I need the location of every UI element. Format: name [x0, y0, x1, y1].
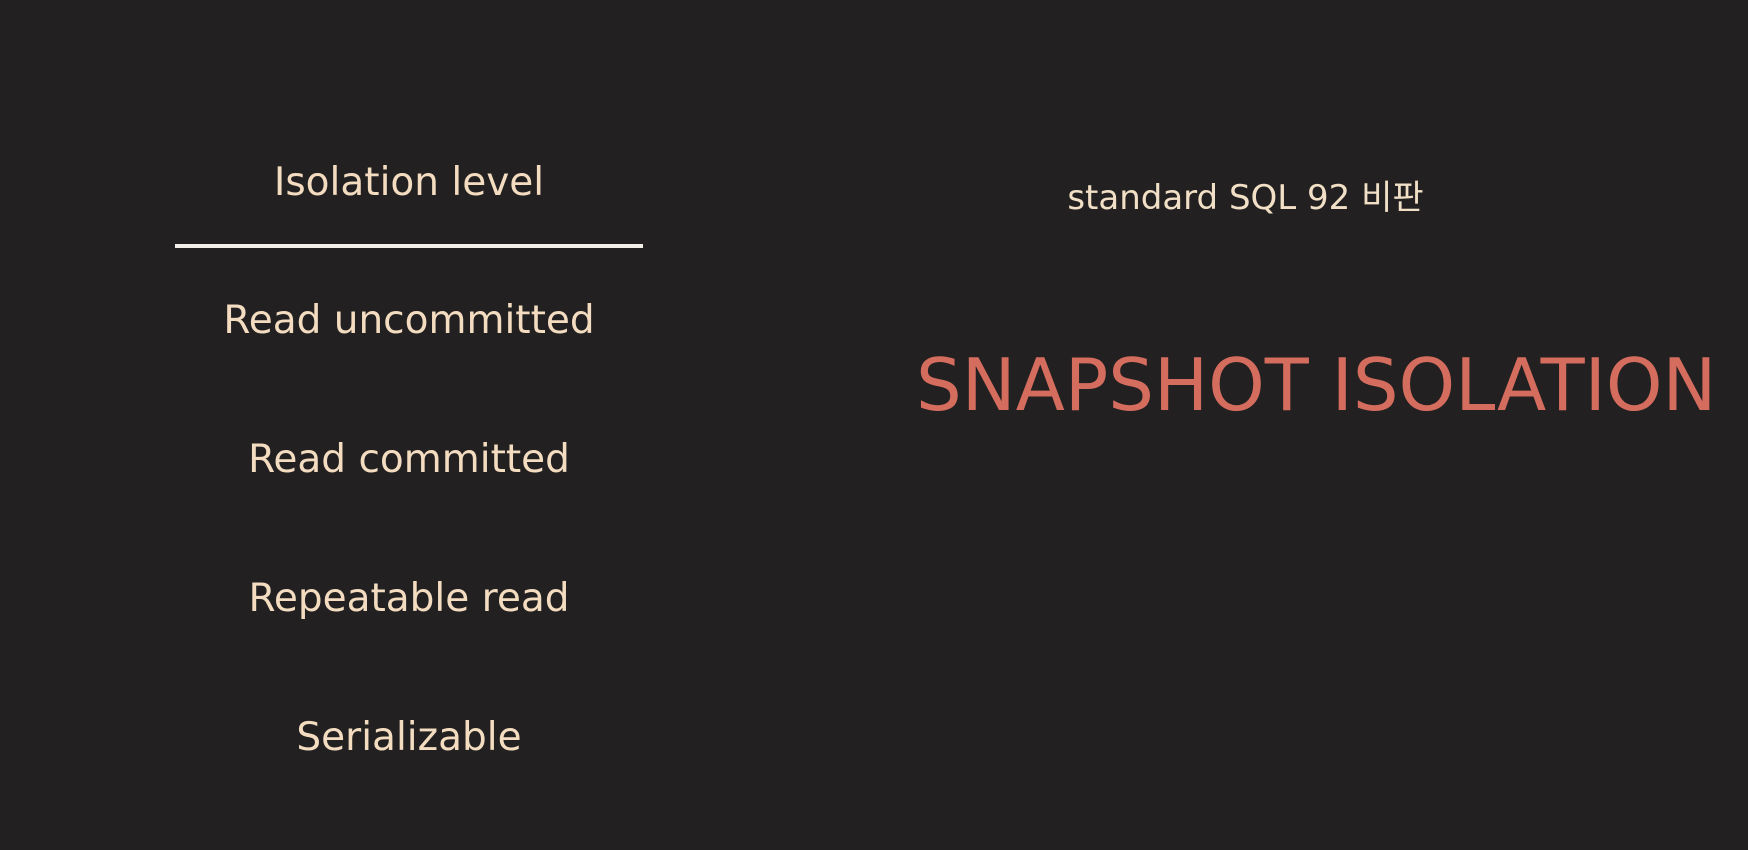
isolation-level-list: Isolation level Read uncommitted Read co… [175, 0, 643, 850]
level-serializable: Serializable [296, 715, 522, 760]
main-title: SNAPSHOT ISOLATION [916, 343, 1717, 427]
subtitle: standard SQL 92 비판 [1067, 178, 1424, 218]
level-read-uncommitted: Read uncommitted [223, 298, 595, 343]
level-repeatable-read: Repeatable read [248, 576, 570, 621]
heading-divider [175, 244, 643, 248]
topic-panel: standard SQL 92 비판 SNAPSHOT ISOLATION [880, 0, 1730, 850]
slide: Isolation level Read uncommitted Read co… [0, 0, 1748, 850]
level-read-committed: Read committed [248, 437, 570, 482]
list-heading: Isolation level [273, 160, 545, 205]
